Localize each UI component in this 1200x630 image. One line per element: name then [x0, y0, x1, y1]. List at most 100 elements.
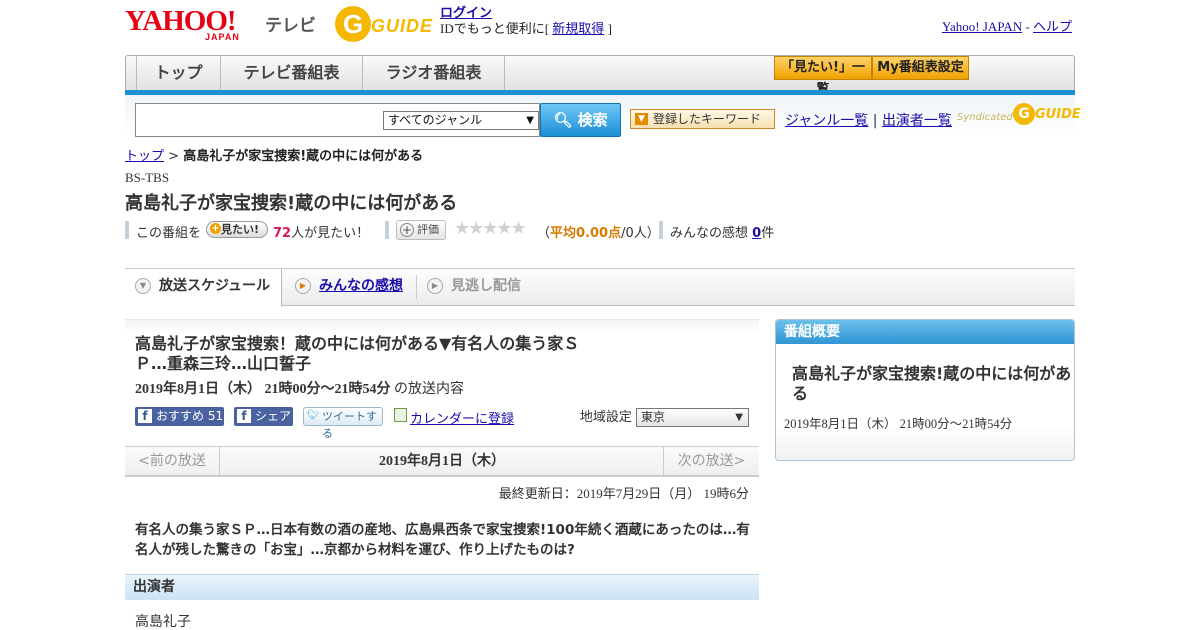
- divider: [125, 221, 129, 239]
- login-link[interactable]: ログイン: [440, 5, 492, 20]
- episode-datetime: 2019年8月1日（木） 21時00分～21時54分 の放送内容: [135, 378, 464, 398]
- rating-summary: （平均0.00点/0人）: [537, 222, 660, 241]
- rate-button-label: 評価: [417, 223, 439, 236]
- twitter-bird-icon: 🐦︎: [307, 410, 320, 421]
- login-prompt: IDでもっと便利に[: [440, 21, 550, 36]
- triangle-down-icon: ▼: [135, 278, 151, 294]
- tab-label: 見逃し配信: [451, 278, 521, 294]
- rating-people: /0人）: [621, 226, 660, 241]
- login-suffix: ]: [607, 21, 612, 36]
- top-right-links: Yahoo! JAPAN - ヘルプ: [942, 16, 1072, 35]
- episode-header: 高島礼子が家宝捜索！蔵の中には何がある▼有名人の集う家ＳＰ…重森三玲…山口誓子 …: [125, 319, 759, 440]
- breadcrumb-current: 高島礼子が家宝捜索!蔵の中には何がある: [183, 149, 424, 164]
- facebook-icon: f: [237, 409, 251, 423]
- prev-broadcast-link[interactable]: <前の放送: [125, 447, 220, 476]
- episode-date-suffix: の放送内容: [394, 382, 464, 397]
- channel-name: BS-TBS: [125, 170, 170, 185]
- syndicated-text: Syndicated: [957, 112, 1013, 123]
- region-select[interactable]: 東京 ▼: [636, 408, 749, 427]
- chevron-down-icon: ▼: [735, 412, 743, 423]
- program-tabs: ▼ 放送スケジュール ▶ みんなの感想 ▶ 見逃し配信: [125, 268, 1075, 307]
- gguide-logo[interactable]: G GUIDE: [335, 6, 433, 42]
- next-broadcast-link[interactable]: 次の放送>: [663, 447, 759, 476]
- want-suffix: 人が見たい！: [291, 226, 370, 241]
- breadcrumb: トップ > 高島礼子が家宝捜索!蔵の中には何がある: [125, 145, 423, 164]
- program-overview-panel: 番組概要 高島礼子が家宝捜索!蔵の中には何がある 2019年8月1日（木） 21…: [775, 319, 1075, 461]
- facebook-recommend-button[interactable]: f おすすめ 51: [135, 407, 224, 426]
- calendar-icon: [394, 408, 407, 422]
- tab-broadcast-schedule[interactable]: ▼ 放送スケジュール: [125, 269, 282, 307]
- impressions-unit: 件: [761, 226, 775, 241]
- genre-select[interactable]: すべてのジャンル ▼: [383, 111, 539, 130]
- breadcrumb-top-link[interactable]: トップ: [125, 149, 164, 164]
- syndicated-gguide-badge: Syndicated G GUIDE: [957, 101, 1081, 131]
- registered-keyword-button[interactable]: ▼ 登録したキーワード: [630, 109, 775, 129]
- impressions-count-link[interactable]: 0: [752, 226, 761, 241]
- genre-selected-value: すべてのジャンル: [388, 113, 483, 127]
- impressions-label: みんなの感想: [670, 226, 749, 241]
- plus-icon: +: [210, 223, 221, 234]
- want-to-watch-button[interactable]: + 見たい!: [206, 221, 268, 238]
- divider: [659, 221, 663, 239]
- nav-tab-top[interactable]: トップ: [136, 56, 221, 90]
- want-count: 72: [273, 226, 292, 241]
- yahoo-japan-link[interactable]: Yahoo! JAPAN: [942, 19, 1022, 34]
- divider: [385, 221, 389, 239]
- cast-member: 高島礼子: [135, 614, 191, 630]
- tweet-label: ツイートする: [322, 410, 377, 440]
- gguide-circle-icon: G: [335, 6, 371, 42]
- region-label: 地域設定: [579, 410, 632, 425]
- yahoo-logo-japan: JAPAN: [205, 32, 240, 42]
- logo-tv-label: テレビ: [265, 16, 316, 36]
- tab-impressions[interactable]: ▶ みんなの感想: [285, 269, 415, 306]
- watchlist-button[interactable]: 「見たい!」一覧: [774, 56, 872, 97]
- rate-button[interactable]: + 評価: [396, 220, 446, 240]
- facebook-recommend-count: 51: [207, 409, 224, 423]
- play-icon: ▶: [427, 278, 443, 294]
- performer-list-link[interactable]: 出演者一覧: [882, 113, 952, 129]
- login-block: ログイン IDでもっと便利に[ 新規取得 ]: [440, 5, 612, 37]
- tweet-button[interactable]: 🐦︎ ツイートする: [303, 407, 383, 440]
- program-overview-date: 2019年8月1日（木） 21時00分～21時54分: [784, 417, 1013, 431]
- want-prefix: この番組を: [136, 226, 202, 241]
- yahoo-tv-logo[interactable]: YAHOO! JAPAN テレビ: [125, 6, 325, 42]
- program-overview-heading: 番組概要: [776, 320, 1074, 344]
- tab-missed-streaming[interactable]: ▶ 見逃し配信: [417, 269, 547, 306]
- play-icon: ▶: [295, 278, 311, 294]
- program-action-row: この番組を + 見たい! 72人が見たい！ + 評価 ★★★★★ （平均0.00…: [125, 218, 1075, 242]
- main-nav: トップ テレビ番組表 ラジオ番組表 「見たい!」一覧 My番組表設定: [125, 55, 1075, 97]
- gguide-logo-text: GUIDE: [371, 16, 434, 36]
- tab-label: 放送スケジュール: [159, 278, 271, 294]
- registered-keyword-label: 登録したキーワード: [653, 112, 762, 126]
- chevron-down-icon: ▼: [526, 115, 534, 126]
- help-link[interactable]: ヘルプ: [1033, 19, 1072, 34]
- facebook-share-label: シェア: [255, 409, 292, 423]
- genre-list-link[interactable]: ジャンル一覧: [785, 113, 868, 129]
- syndicated-logo-text: GUIDE: [1035, 107, 1081, 122]
- rating-stars-icon: ★★★★★: [454, 218, 527, 239]
- program-overview-title: 高島礼子が家宝捜索!蔵の中には何がある: [792, 364, 1072, 403]
- episode-date: 2019年8月1日（木） 21時00分～21時54分: [135, 382, 391, 397]
- broadcast-detail: 高島礼子が家宝捜索！蔵の中には何がある▼有名人の集う家ＳＰ…重森三玲…山口誓子 …: [125, 319, 759, 630]
- link-divider: |: [872, 113, 878, 129]
- search-button[interactable]: 🔍︎ 検索: [540, 103, 621, 137]
- calendar-register[interactable]: カレンダーに登録: [394, 407, 524, 427]
- impressions-text: みんなの感想 0件: [670, 222, 774, 241]
- nav-tab-radio-schedule[interactable]: ラジオ番組表: [363, 56, 505, 90]
- facebook-share-button[interactable]: f シェア: [234, 407, 293, 426]
- search-button-label: 検索: [577, 111, 608, 129]
- my-schedule-settings-button[interactable]: My番組表設定: [872, 56, 969, 80]
- breadcrumb-separator: >: [168, 149, 180, 164]
- last-updated: 最終更新日：2019年7月29日（月） 19時6分: [498, 486, 749, 501]
- top-link-separator: -: [1025, 19, 1030, 34]
- facebook-icon: f: [138, 409, 152, 423]
- nav-tab-tv-schedule[interactable]: テレビ番組表: [221, 56, 363, 90]
- facebook-recommend-label: おすすめ: [156, 409, 205, 423]
- region-setting: 地域設定 東京 ▼: [580, 406, 749, 427]
- episode-synopsis: 有名人の集う家ＳＰ…日本有数の酒の産地、広島県西条で家宝捜索!100年続く酒蔵に…: [135, 522, 750, 558]
- want-count-text: 72人が見たい！: [273, 222, 369, 241]
- plus-icon: +: [400, 223, 414, 237]
- signup-link[interactable]: 新規取得: [552, 21, 604, 36]
- gguide-small-logo-icon: G: [1013, 103, 1035, 125]
- cast-heading: 出演者: [125, 574, 759, 600]
